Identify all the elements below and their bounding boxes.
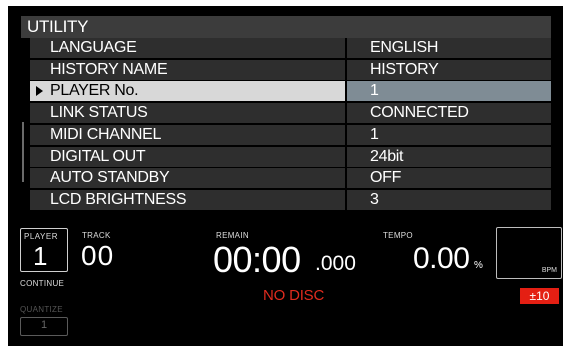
menu-item-label: HISTORY NAME — [50, 60, 168, 78]
selection-cursor-icon — [36, 86, 43, 97]
tempo-range-badge: ±10 — [520, 288, 559, 304]
menu-item-label: PLAYER No. — [50, 82, 139, 100]
utility-menu: LANGUAGE ENGLISH HISTORY NAME HISTORY PL… — [30, 38, 551, 212]
menu-item-value: HISTORY — [370, 60, 439, 78]
player-display: UTILITY LANGUAGE ENGLISH HISTORY NAME HI… — [8, 6, 563, 346]
tempo-label: TEMPO — [383, 231, 413, 240]
menu-item-label: LANGUAGE — [50, 39, 137, 56]
quantize-label: QUANTIZE — [20, 305, 63, 314]
menu-item-value: CONNECTED — [370, 104, 469, 122]
remain-time-fraction: .000 — [315, 252, 356, 275]
quantize-box: 1 — [20, 317, 68, 336]
player-number: 1 — [33, 241, 48, 271]
player-label: PLAYER — [24, 232, 58, 241]
player-number-box: PLAYER 1 — [20, 228, 68, 272]
menu-item-label: DIGITAL OUT — [50, 147, 146, 165]
menu-item-auto-standby[interactable]: AUTO STANDBY OFF — [30, 168, 551, 189]
track-label: TRACK — [82, 231, 111, 240]
continue-label: CONTINUE — [20, 279, 65, 288]
tempo-unit: % — [474, 260, 483, 271]
menu-item-midi-channel[interactable]: MIDI CHANNEL 1 — [30, 124, 551, 145]
menu-item-player-no[interactable]: PLAYER No. 1 — [30, 81, 551, 102]
menu-item-label: LCD BRIGHTNESS — [50, 191, 187, 209]
menu-item-label: AUTO STANDBY — [50, 169, 170, 187]
bpm-display: BPM — [496, 227, 562, 279]
menu-item-history-name[interactable]: HISTORY NAME HISTORY — [30, 59, 551, 80]
menu-item-label: MIDI CHANNEL — [50, 125, 162, 143]
column-divider — [345, 146, 347, 167]
menu-item-value: OFF — [370, 169, 402, 187]
menu-item-language[interactable]: LANGUAGE ENGLISH — [30, 38, 551, 58]
column-divider — [345, 103, 347, 124]
menu-item-label: LINK STATUS — [50, 104, 148, 122]
column-divider — [345, 124, 347, 145]
menu-item-value: 3 — [370, 191, 379, 209]
column-divider — [345, 168, 347, 189]
menu-item-digital-out[interactable]: DIGITAL OUT 24bit — [30, 146, 551, 167]
utility-title-bar: UTILITY — [21, 16, 551, 38]
quantize-value: 1 — [40, 319, 48, 331]
column-divider — [345, 38, 347, 58]
menu-item-value: ENGLISH — [370, 39, 439, 56]
column-divider — [345, 59, 347, 80]
page-title: UTILITY — [27, 17, 89, 36]
menu-item-value: 1 — [370, 125, 379, 143]
menu-item-value: 24bit — [370, 147, 404, 165]
disc-status: NO DISC — [263, 287, 325, 304]
column-divider — [345, 190, 347, 211]
menu-item-lcd-brightness[interactable]: LCD BRIGHTNESS 3 — [30, 190, 551, 211]
track-number: 00 — [81, 240, 115, 271]
remain-time: 00:00 — [213, 239, 301, 280]
tempo-value: 0.00 — [413, 242, 470, 275]
menu-item-link-status[interactable]: LINK STATUS CONNECTED — [30, 103, 551, 124]
bpm-label: BPM — [541, 267, 557, 274]
menu-item-value: 1 — [370, 82, 379, 100]
menu-scrollbar[interactable] — [22, 122, 24, 182]
